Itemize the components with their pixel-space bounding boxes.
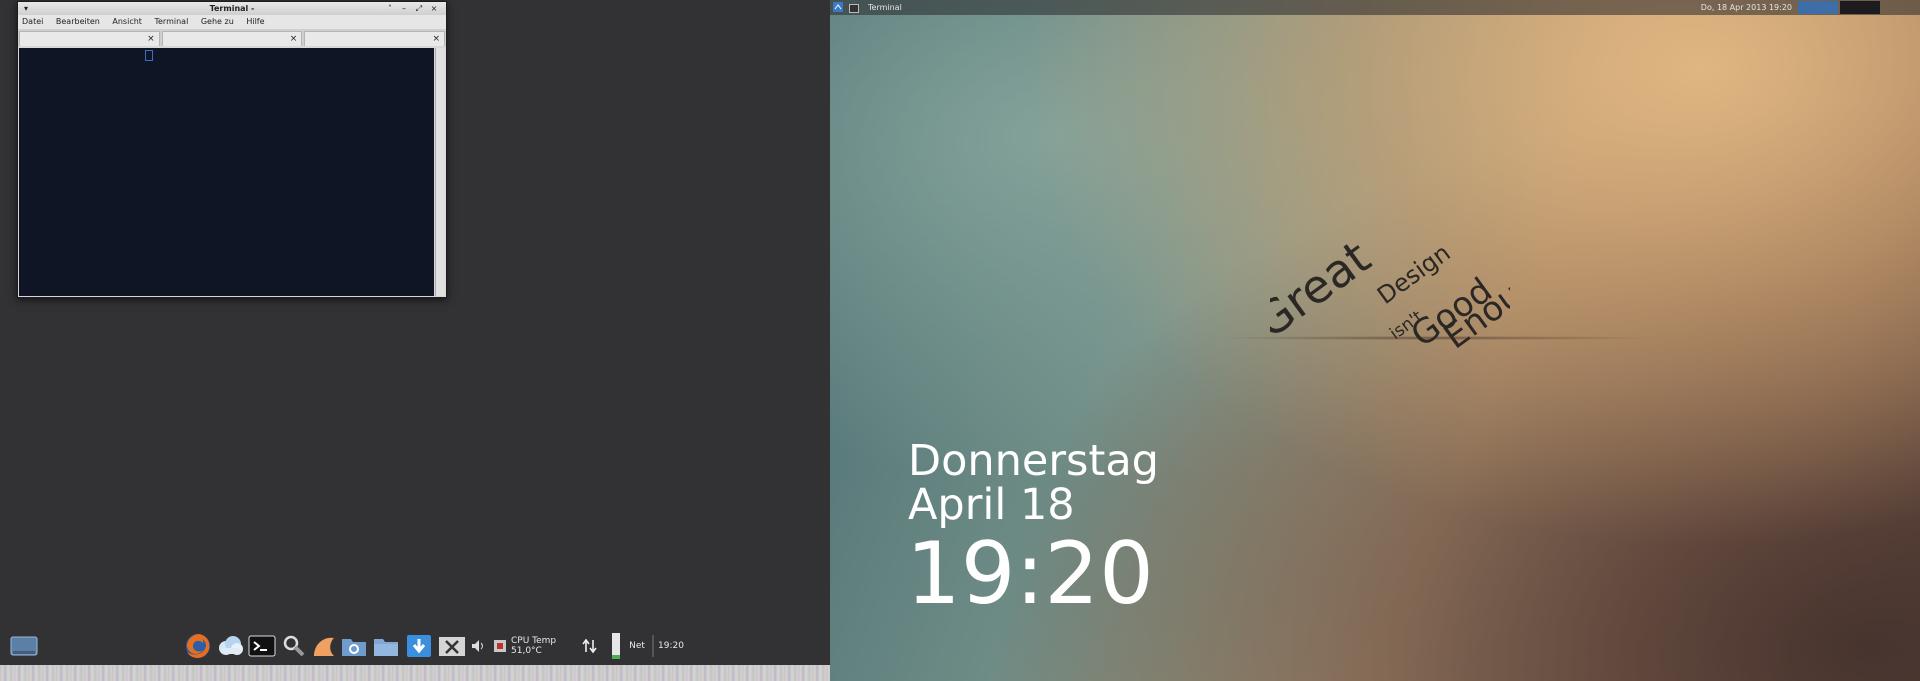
- download-icon[interactable]: [406, 633, 432, 659]
- terminal-tab-1[interactable]: ×: [19, 31, 160, 46]
- top-panel: Terminal Do, 18 Apr 2013 19:20: [830, 0, 1920, 15]
- settings-tools-icon[interactable]: [438, 633, 466, 659]
- clock-widget-time: 19:20: [906, 524, 1154, 624]
- menu-hilfe[interactable]: Hilfe: [246, 17, 264, 26]
- dock-panel: CPU Temp 51,0°C Net 19:20: [0, 629, 830, 665]
- terminal-output[interactable]: [19, 48, 434, 296]
- terminal-scrollbar[interactable]: [435, 48, 445, 296]
- file-search-icon[interactable]: [340, 633, 368, 659]
- folder-icon[interactable]: [372, 633, 400, 659]
- left-screen: ▾ Terminal - ˄ – ⤢ × Datei Bearbeiten An…: [0, 0, 830, 681]
- menu-bearbeiten[interactable]: Bearbeiten: [56, 17, 100, 26]
- right-screen: Terminal Do, 18 Apr 2013 19:20 Great Des…: [830, 0, 1920, 681]
- app-menu-icon[interactable]: [833, 2, 843, 17]
- window-title: Terminal -: [209, 4, 255, 13]
- dock-clock[interactable]: 19:20: [656, 633, 686, 659]
- wall-text-great: Great: [1270, 230, 1380, 349]
- terminal-menubar: Datei Bearbeiten Ansicht Terminal Gehe z…: [18, 15, 446, 29]
- close-icon[interactable]: ×: [428, 2, 440, 15]
- tab-close-icon[interactable]: ×: [147, 32, 155, 46]
- workspace-2[interactable]: [1840, 1, 1880, 14]
- minimize-icon[interactable]: –: [398, 2, 410, 15]
- wallpaper-typography: Great Design isn't Good Enough: [1270, 230, 1510, 350]
- terminal-window[interactable]: ▾ Terminal - ˄ – ⤢ × Datei Bearbeiten An…: [17, 1, 447, 298]
- workspace-1[interactable]: [1798, 1, 1838, 14]
- show-desktop-icon[interactable]: [10, 633, 38, 659]
- terminal-tab-3[interactable]: ×: [304, 31, 446, 46]
- menu-terminal[interactable]: Terminal: [154, 17, 188, 26]
- window-task-icon[interactable]: [849, 3, 859, 18]
- maximize-icon[interactable]: ⤢: [413, 2, 425, 15]
- text-cursor: [145, 50, 153, 61]
- dock-separator: [652, 635, 654, 657]
- menu-ansicht[interactable]: Ansicht: [112, 17, 142, 26]
- volume-icon[interactable]: [470, 633, 486, 659]
- firefox-icon[interactable]: [184, 633, 212, 659]
- tab-close-icon[interactable]: ×: [432, 32, 440, 46]
- shade-icon[interactable]: ˄: [384, 2, 396, 15]
- network-arrows-icon[interactable]: [582, 633, 598, 659]
- clock-widget-day: Donnerstag: [908, 436, 1159, 486]
- slice-app-icon[interactable]: [310, 633, 338, 659]
- terminal-tab-2[interactable]: ×: [161, 31, 303, 46]
- topbar-datetime[interactable]: Do, 18 Apr 2013 19:20: [1701, 0, 1792, 15]
- display-noise-strip: [0, 665, 830, 681]
- window-titlebar[interactable]: ▾ Terminal - ˄ – ⤢ ×: [18, 2, 446, 15]
- net-load-meter: [611, 633, 621, 659]
- terminal-app-icon[interactable]: [248, 633, 276, 659]
- cpu-temp-label: CPU Temp 51,0°C: [511, 636, 557, 656]
- menu-gehe-zu[interactable]: Gehe zu: [201, 17, 234, 26]
- clock-widget-date: April 18: [908, 480, 1075, 530]
- taskbar-terminal[interactable]: Terminal: [868, 0, 902, 15]
- terminal-tabbar: × × ×: [18, 29, 446, 46]
- wallpaper-ledge-shadow: [1210, 336, 1660, 340]
- cpu-chip-icon: [492, 633, 508, 659]
- net-label: Net: [629, 641, 645, 651]
- weather-cloud-icon[interactable]: [216, 633, 244, 659]
- tab-close-icon[interactable]: ×: [290, 32, 298, 46]
- menu-datei[interactable]: Datei: [22, 17, 43, 26]
- search-icon[interactable]: [280, 633, 308, 659]
